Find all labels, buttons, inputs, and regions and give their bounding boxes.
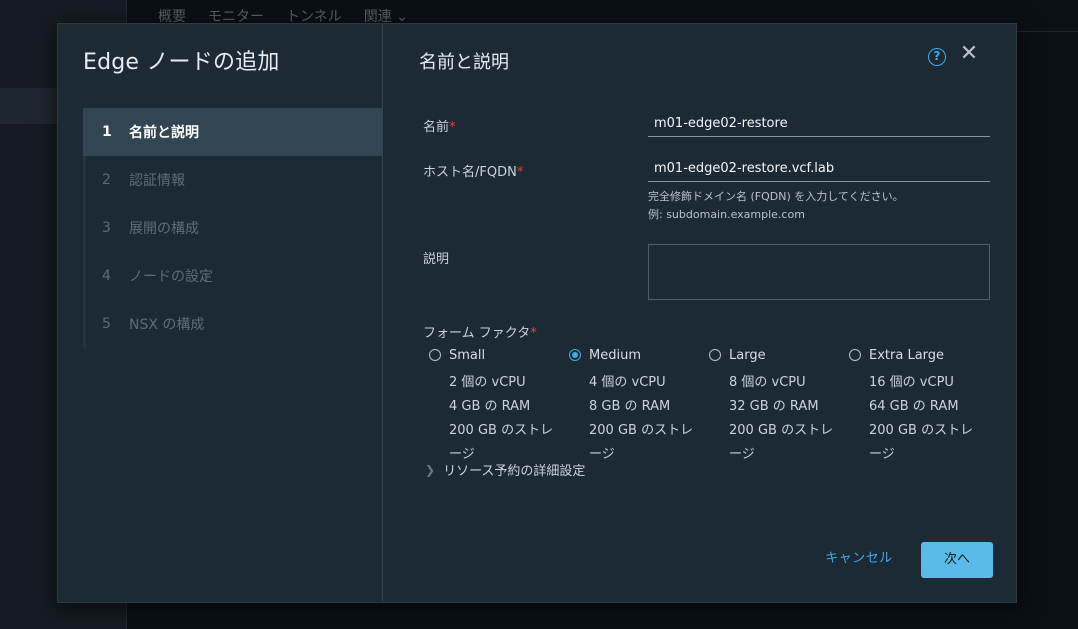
hostname-help-text: 完全修飾ドメイン名 (FQDN) を入力してください。 — [648, 190, 904, 203]
dialog-title: Edge ノードの追加 — [83, 50, 280, 75]
option-storage: 200 GB のストレ — [449, 423, 554, 438]
step-number: 4 — [102, 268, 111, 284]
option-storage: 200 GB のストレ — [869, 423, 974, 438]
advanced-resource-reservation-toggle[interactable]: ❯ リソース予約の詳細設定 — [425, 460, 586, 480]
option-ram: 32 GB の RAM — [729, 399, 819, 414]
close-icon[interactable]: ✕ — [959, 42, 979, 66]
radio-small[interactable] — [429, 349, 441, 361]
step-label: 展開の構成 — [129, 221, 199, 237]
chevron-right-icon: ❯ — [425, 462, 436, 477]
step-label: 認証情報 — [129, 173, 185, 189]
hostname-input[interactable]: m01-edge02-restore.vcf.lab — [648, 157, 990, 182]
radio-large-row[interactable]: Large — [709, 347, 844, 363]
required-mark: * — [530, 326, 537, 341]
name-input[interactable]: m01-edge02-restore — [648, 112, 990, 137]
option-storage: 200 GB のストレ — [589, 423, 694, 438]
option-storage-cont: ージ — [729, 447, 755, 462]
radio-medium-row[interactable]: Medium — [569, 347, 704, 363]
option-specs: 16 個の vCPU 64 GB の RAM 200 GB のストレ ージ — [849, 371, 984, 467]
advanced-label: リソース予約の詳細設定 — [443, 464, 586, 479]
option-cpu: 8 個の vCPU — [729, 375, 806, 390]
cancel-button[interactable]: キャンセル — [819, 543, 899, 575]
form-factor-option-medium: Medium 4 個の vCPU 8 GB の RAM 200 GB のストレ … — [569, 347, 704, 467]
required-mark: * — [516, 165, 524, 180]
radio-small-row[interactable]: Small — [429, 347, 564, 363]
step-number: 2 — [102, 172, 111, 188]
step-label: NSX の構成 — [129, 317, 205, 333]
required-mark: * — [449, 120, 456, 135]
form-factor-option-small: Small 2 個の vCPU 4 GB の RAM 200 GB のストレ ー… — [429, 347, 564, 467]
hostname-example-text: 例: subdomain.example.com — [648, 208, 805, 221]
option-specs: 4 個の vCPU 8 GB の RAM 200 GB のストレ ージ — [569, 371, 704, 467]
step-deployment-config[interactable]: 3 展開の構成 — [86, 204, 382, 252]
radio-medium[interactable] — [569, 349, 581, 361]
name-label-text: 名前 — [423, 120, 450, 135]
option-ram: 64 GB の RAM — [869, 399, 959, 414]
help-icon[interactable]: ? — [928, 48, 946, 66]
form-factor-option-large: Large 8 個の vCPU 32 GB の RAM 200 GB のストレ … — [709, 347, 844, 467]
option-name: Small — [449, 347, 486, 363]
option-cpu: 16 個の vCPU — [869, 375, 954, 390]
option-ram: 8 GB の RAM — [589, 399, 671, 414]
step-label: ノードの設定 — [129, 269, 213, 285]
page-title: 名前と説明 — [419, 52, 509, 73]
step-node-settings[interactable]: 4 ノードの設定 — [86, 252, 382, 300]
radio-large[interactable] — [709, 349, 721, 361]
option-storage-cont: ージ — [589, 447, 615, 462]
step-number: 5 — [102, 316, 111, 332]
step-number: 3 — [102, 220, 111, 236]
option-specs: 8 個の vCPU 32 GB の RAM 200 GB のストレ ージ — [709, 371, 844, 467]
form-factor-label-text: フォーム ファクタ — [423, 326, 531, 341]
option-storage-cont: ージ — [869, 447, 895, 462]
option-name: Large — [729, 347, 766, 363]
step-number: 1 — [102, 124, 112, 140]
option-name: Medium — [589, 347, 641, 363]
step-name-description[interactable]: 1 名前と説明 — [83, 108, 382, 156]
hostname-label-text: ホスト名/FQDN — [423, 165, 517, 180]
wizard-steps-pane: Edge ノードの追加 1 名前と説明 2 認証情報 3 展開の構成 4 ノード… — [58, 24, 383, 602]
step-credentials[interactable]: 2 認証情報 — [86, 156, 382, 204]
option-name: Extra Large — [869, 347, 945, 363]
description-label: 説明 — [423, 252, 450, 267]
option-storage: 200 GB のストレ — [729, 423, 834, 438]
step-nsx-config[interactable]: 5 NSX の構成 — [86, 300, 382, 348]
wizard-step-list: 1 名前と説明 2 認証情報 3 展開の構成 4 ノードの設定 5 NSX の構… — [83, 108, 382, 348]
next-button[interactable]: 次へ — [921, 542, 993, 578]
radio-extra-large[interactable] — [849, 349, 861, 361]
option-cpu: 4 個の vCPU — [589, 375, 666, 390]
form-factor-label: フォーム ファクタ* — [423, 322, 537, 341]
description-textarea[interactable] — [648, 244, 990, 300]
option-cpu: 2 個の vCPU — [449, 375, 526, 390]
option-ram: 4 GB の RAM — [449, 399, 531, 414]
wizard-content-pane: 名前と説明 ? ✕ 名前* m01-edge02-restore ホスト名/FQ… — [384, 24, 1016, 602]
hostname-label: ホスト名/FQDN* — [423, 161, 523, 180]
add-edge-node-dialog: Edge ノードの追加 1 名前と説明 2 認証情報 3 展開の構成 4 ノード… — [57, 23, 1017, 603]
form-factor-option-extra-large: Extra Large 16 個の vCPU 64 GB の RAM 200 G… — [849, 347, 984, 467]
step-label: 名前と説明 — [129, 125, 199, 141]
name-label: 名前* — [423, 116, 456, 135]
option-specs: 2 個の vCPU 4 GB の RAM 200 GB のストレ ージ — [429, 371, 564, 467]
radio-extra-large-row[interactable]: Extra Large — [849, 347, 984, 363]
